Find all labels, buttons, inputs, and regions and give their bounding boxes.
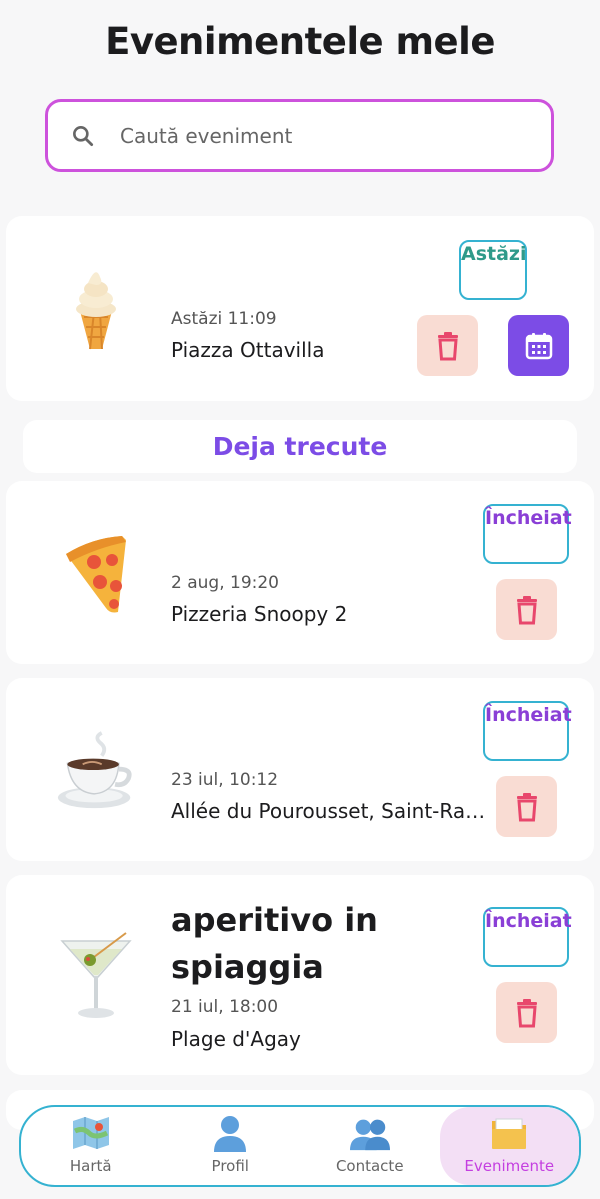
event-datetime: 23 iul, 10:12: [171, 770, 279, 790]
event-place: Pizzeria Snoopy 2: [171, 602, 348, 626]
delete-button[interactable]: [496, 982, 557, 1043]
search-box[interactable]: [45, 99, 554, 172]
people-icon: [349, 1113, 390, 1153]
event-place: Allée du Pourousset, Saint-Raphaël: [171, 799, 486, 823]
status-badge: Încheiat: [483, 701, 572, 761]
status-badge: Încheiat: [483, 907, 572, 967]
trash-icon: [516, 792, 537, 821]
person-icon: [210, 1113, 250, 1153]
delete-button[interactable]: [496, 776, 557, 837]
event-place: Plage d'Agay: [171, 1027, 301, 1051]
calendar-button[interactable]: [508, 315, 569, 376]
cocktail-icon: [56, 925, 136, 1025]
event-title: aperitivo in spiaggia: [171, 901, 378, 986]
trash-icon: [437, 331, 458, 360]
trash-icon: [516, 998, 537, 1027]
event-card[interactable]: aperitivo in spiaggia 21 iul, 18:00 Plag…: [6, 875, 594, 1075]
nav-item-map[interactable]: Hartă: [21, 1107, 161, 1185]
nav-label: Evenimente: [464, 1157, 555, 1175]
nav-item-events[interactable]: Evenimente: [439, 1107, 579, 1185]
event-datetime: 21 iul, 18:00: [171, 997, 279, 1017]
delete-button[interactable]: [417, 315, 478, 376]
folder-icon: [489, 1113, 529, 1153]
status-badge: Astăzi: [459, 240, 527, 300]
nav-label: Contacte: [335, 1157, 404, 1175]
page-title: Evenimentele mele: [105, 20, 495, 63]
map-icon: [71, 1113, 111, 1153]
delete-button[interactable]: [496, 579, 557, 640]
event-card[interactable]: 23 iul, 10:12 Allée du Pourousset, Saint…: [6, 678, 594, 861]
bottom-nav: Hartă Profil Contacte Evenimente: [19, 1105, 581, 1187]
search-input[interactable]: [120, 123, 520, 148]
search-icon: [73, 125, 94, 146]
calendar-icon: [525, 332, 552, 359]
event-card[interactable]: Astăzi 11:09 Piazza Ottavilla Astăzi: [6, 216, 594, 401]
status-badge: Încheiat: [483, 504, 572, 564]
trash-icon: [516, 595, 537, 624]
nav-label: Profil: [211, 1157, 249, 1175]
event-datetime: 2 aug, 19:20: [171, 573, 280, 593]
pizza-icon: [56, 529, 136, 619]
event-datetime: Astăzi 11:09: [171, 309, 277, 329]
nav-item-profile[interactable]: Profil: [161, 1107, 301, 1185]
nav-item-contacts[interactable]: Contacte: [300, 1107, 440, 1185]
section-header-past: Deja trecute: [23, 420, 577, 473]
coffee-icon: [56, 726, 136, 816]
ice-cream-icon: [56, 264, 136, 354]
nav-label: Hartă: [69, 1157, 112, 1175]
event-card[interactable]: 2 aug, 19:20 Pizzeria Snoopy 2 Încheiat: [6, 481, 594, 664]
